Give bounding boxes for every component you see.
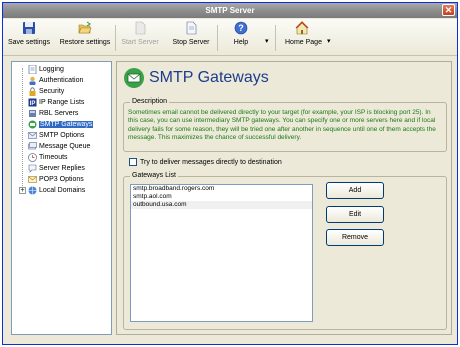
gateways-list[interactable]: smtp.broadband.rogers.com smtp.aol.com o… bbox=[130, 184, 313, 322]
edit-gateway-button[interactable]: Edit bbox=[326, 206, 384, 223]
toolbar-separator bbox=[115, 25, 116, 51]
rbl-icon bbox=[29, 109, 36, 117]
smtp-gateways-icon bbox=[124, 68, 144, 88]
tree-item-label: Message Queue bbox=[39, 143, 91, 150]
stop-server-button[interactable]: Stop Server bbox=[171, 21, 211, 53]
list-item[interactable]: smtp.broadband.rogers.com bbox=[131, 185, 312, 193]
tree-item-rbl-servers[interactable]: RBL Servers bbox=[28, 108, 78, 119]
home-dropdown-arrow[interactable]: ▾ bbox=[327, 37, 331, 45]
toolbar-separator bbox=[275, 25, 276, 51]
ip-icon: IP bbox=[28, 98, 37, 107]
auth-icon bbox=[29, 76, 36, 85]
tree-item-logging[interactable]: Logging bbox=[28, 64, 64, 75]
restore-settings-label: Restore settings bbox=[59, 39, 111, 46]
tree-item-local-domains[interactable]: Local Domains bbox=[28, 185, 85, 196]
tree-item-label: Logging bbox=[39, 66, 64, 73]
list-item[interactable]: outbound.usa.com bbox=[131, 201, 312, 209]
description-legend: Description bbox=[130, 98, 170, 105]
stop-server-label: Stop Server bbox=[172, 39, 210, 46]
start-server-button[interactable]: Start Server bbox=[119, 21, 161, 53]
help-dropdown-arrow[interactable]: ▾ bbox=[265, 37, 269, 45]
page-title: SMTP Gateways bbox=[149, 69, 269, 86]
home-page-label: Home Page bbox=[285, 39, 322, 46]
tree-item-label: SMTP Options bbox=[39, 132, 85, 139]
tree-item-timeouts[interactable]: Timeouts bbox=[28, 152, 68, 163]
help-icon: ? bbox=[234, 21, 248, 35]
tree-item-server-replies[interactable]: Server Replies bbox=[28, 163, 85, 174]
tree-item-label: Server Replies bbox=[39, 165, 85, 172]
tree-item-pop3-options[interactable]: POP3 Options bbox=[28, 174, 84, 185]
save-settings-button[interactable]: Save settings bbox=[7, 21, 51, 53]
floppy-disk-icon bbox=[23, 22, 35, 34]
tree-expander-local-domains[interactable]: + bbox=[19, 187, 26, 194]
domains-icon bbox=[28, 186, 37, 195]
save-settings-label: Save settings bbox=[7, 39, 51, 46]
toolbar-separator bbox=[217, 25, 218, 51]
list-item[interactable]: smtp.aol.com bbox=[131, 193, 312, 201]
restore-settings-button[interactable]: Restore settings bbox=[59, 21, 111, 53]
svg-text:?: ? bbox=[238, 23, 244, 33]
tree-item-label: RBL Servers bbox=[39, 110, 79, 117]
direct-delivery-option[interactable]: Try to deliver messages directly to dest… bbox=[129, 158, 282, 168]
tree-item-ip-range-lists[interactable]: IP IP Range Lists bbox=[28, 97, 84, 108]
tree-item-smtp-options[interactable]: SMTP Options bbox=[28, 130, 84, 141]
close-button[interactable]: ✕ bbox=[442, 4, 455, 16]
timeout-icon bbox=[28, 152, 37, 162]
tree-item-smtp-gateways[interactable]: SMTP Gateways bbox=[28, 119, 94, 130]
title-bar: SMTP Server ✕ bbox=[3, 3, 457, 18]
pop3-icon bbox=[28, 175, 37, 183]
tree-item-message-queue[interactable]: Message Queue bbox=[28, 141, 90, 152]
tree-item-label: Local Domains bbox=[39, 187, 86, 194]
toolbar: Save settings Restore settings Start Ser… bbox=[3, 19, 457, 56]
direct-delivery-label: Try to deliver messages directly to dest… bbox=[140, 158, 282, 166]
main-panel: SMTP Gateways Description Sometimes emai… bbox=[116, 61, 452, 335]
gateways-group: Gateways List smtp.broadband.rogers.com … bbox=[123, 172, 447, 330]
tree-item-label: Timeouts bbox=[39, 154, 68, 161]
tree-connector bbox=[22, 68, 24, 188]
tree-item-authentication[interactable]: Authentication bbox=[28, 75, 83, 86]
add-gateway-button[interactable]: Add bbox=[326, 182, 384, 199]
start-server-label: Start Server bbox=[121, 39, 159, 46]
document-icon bbox=[135, 21, 146, 35]
help-button[interactable]: ? Help bbox=[229, 21, 253, 53]
remove-gateway-button[interactable]: Remove bbox=[326, 229, 384, 246]
tree-item-security[interactable]: Security bbox=[28, 86, 64, 97]
log-icon bbox=[28, 64, 37, 74]
window-title: SMTP Server bbox=[205, 6, 255, 15]
document-stop-icon bbox=[186, 21, 197, 35]
help-label: Help bbox=[233, 39, 249, 46]
home-page-button[interactable]: Home Page bbox=[285, 21, 322, 53]
home-icon bbox=[295, 21, 309, 35]
folder-open-icon bbox=[78, 21, 92, 34]
tree-item-label: IP Range Lists bbox=[39, 99, 85, 106]
gateways-legend: Gateways List bbox=[130, 172, 178, 179]
settings-tree[interactable]: Logging Authentication Security IP IP Ran… bbox=[11, 61, 112, 335]
options-icon bbox=[28, 131, 37, 139]
tree-item-label: Security bbox=[39, 88, 65, 95]
tree-item-label: POP3 Options bbox=[39, 176, 84, 183]
tree-item-label: Authentication bbox=[39, 77, 84, 84]
gateway-icon bbox=[28, 120, 37, 129]
queue-icon bbox=[28, 141, 37, 149]
description-text: Sometimes email cannot be delivered dire… bbox=[128, 109, 436, 142]
app-window: SMTP Server ✕ Save settings Restore sett… bbox=[2, 2, 458, 345]
replies-icon bbox=[28, 164, 37, 173]
direct-delivery-checkbox[interactable] bbox=[129, 158, 137, 166]
svg-text:IP: IP bbox=[30, 101, 36, 107]
tree-item-label: SMTP Gateways bbox=[39, 121, 94, 128]
security-icon bbox=[29, 87, 36, 96]
description-group: Description Sometimes email cannot be de… bbox=[123, 98, 447, 152]
